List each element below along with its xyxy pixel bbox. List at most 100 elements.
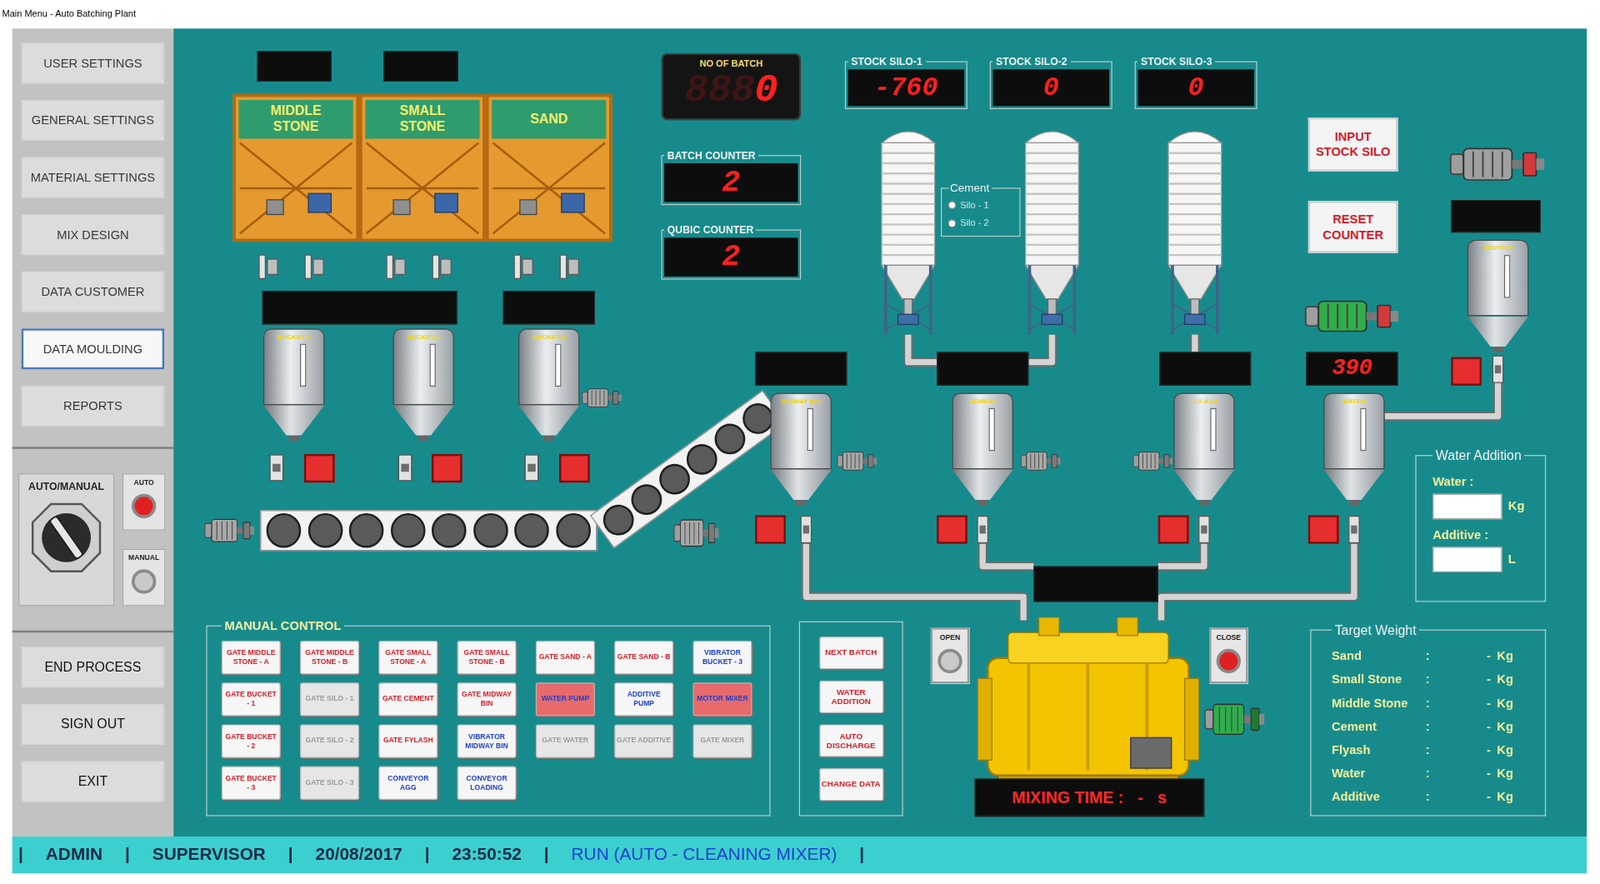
target-weight-row: Water:-Kg	[1331, 761, 1545, 785]
tank-label: FLY ASH	[1190, 394, 1218, 405]
manual-control-button[interactable]: GATE BUCKET - 1	[221, 682, 281, 716]
process-button[interactable]: NEXT BATCH	[819, 636, 884, 670]
bin-display	[936, 351, 1029, 385]
radio-option[interactable]: Silo - 2	[948, 216, 1014, 231]
mode-switch[interactable]: AUTO/MANUAL	[18, 473, 115, 606]
target-weight-panel: Target WeightSand:-KgSmall Stone:-KgMidd…	[1310, 620, 1546, 816]
sidebar-item[interactable]: MIX DESIGN	[21, 214, 165, 255]
sidebar: USER SETTINGS GENERAL SETTINGS MATERIAL SE…	[12, 28, 174, 837]
sidebar-item[interactable]: REPORTS	[21, 385, 165, 427]
manual-control-button[interactable]: VIBRATOR BUCKET - 3	[692, 640, 752, 675]
manual-control-button[interactable]: VIBRATOR MIDWAY BIN	[457, 724, 517, 758]
tank-label: BUCKET 3	[532, 330, 566, 340]
manual-control-button[interactable]: GATE SMALL STONE - A	[378, 640, 438, 675]
motor-icon	[673, 515, 720, 551]
target-weight-row: Middle Stone:-Kg	[1331, 691, 1545, 715]
sidebar-item[interactable]: DATA CUSTOMER	[21, 271, 165, 313]
sidebar-item[interactable]: USER SETTINGS	[21, 42, 165, 84]
addition-input[interactable]	[1432, 493, 1502, 520]
manual-control-button[interactable]: ADDITIVE PUMP	[614, 682, 674, 716]
manual-control-button[interactable]: GATE MIDWAY BIN	[457, 682, 517, 716]
app-window: Main Menu - Auto Batching PlantUSER SETT…	[0, 0, 1600, 884]
addition-input[interactable]	[1432, 546, 1502, 573]
gate-icon	[385, 253, 406, 281]
motor-icon	[1204, 699, 1265, 740]
manual-control-button[interactable]: CONVEYOR LOADING	[457, 766, 517, 800]
stock-silo-display: STOCK SILO-20	[990, 54, 1113, 110]
manual-control-button[interactable]: GATE SILO - 3	[300, 766, 360, 800]
manual-control-button[interactable]: GATE BUCKET - 2	[221, 724, 281, 758]
sidebar-action[interactable]: SIGN OUT	[21, 704, 165, 745]
input-stock-silo-button[interactable]: INPUT STOCK SILO	[1308, 117, 1399, 172]
manual-control-button[interactable]: MOTOR MIXER	[692, 682, 752, 716]
title-bar: Main Menu - Auto Batching Plant	[0, 0, 1600, 29]
manual-control-button[interactable]: GATE FYLASH	[378, 724, 438, 758]
gate-indicator	[936, 515, 968, 544]
tank-label: ADDITIVE	[1482, 240, 1514, 251]
aggregate-conveyor	[260, 510, 597, 551]
mode-lamp: AUTO	[122, 473, 165, 531]
tank: BUCKET 3	[518, 328, 580, 441]
valve-icon	[1196, 515, 1211, 544]
manual-control-button[interactable]: GATE CEMENT	[378, 682, 438, 716]
sidebar-item[interactable]: DATA MOULDING	[21, 328, 165, 370]
tank-label: WATER	[1342, 394, 1366, 405]
manual-control-button[interactable]: WATER PUMP	[535, 682, 595, 716]
bin-display: 390	[1305, 351, 1398, 385]
status-item: 23:50:52	[452, 842, 522, 869]
gate-indicator	[304, 454, 335, 483]
valve-icon	[395, 454, 415, 482]
sidebar-item[interactable]: MATERIAL SETTINGS	[21, 157, 165, 199]
gate-indicator	[755, 515, 786, 544]
gate-indicator	[431, 454, 463, 483]
tank: ADDITIVE	[1467, 240, 1529, 353]
manual-control-button[interactable]: GATE MIDDLE STONE - B	[300, 640, 360, 675]
hopper-frame-icon	[489, 139, 610, 240]
reset-counter-button[interactable]: RESET COUNTER	[1308, 200, 1399, 253]
manual-control-button[interactable]: GATE ADDITIVE	[614, 724, 674, 758]
sidebar-action[interactable]: EXIT	[21, 760, 165, 802]
silo-icon	[1023, 120, 1081, 337]
hopper-label: SAND	[530, 111, 568, 127]
manual-control-button[interactable]: GATE BUCKET - 3	[221, 766, 281, 800]
mixer-close-button[interactable]: CLOSE	[1209, 627, 1249, 684]
target-weight-row: Additive:-Kg	[1331, 785, 1545, 809]
bin-display	[1159, 351, 1251, 385]
silo-icon	[1166, 120, 1225, 337]
manual-control-button[interactable]: GATE SILO - 2	[300, 724, 360, 758]
tank: MIDWAY BIN	[770, 392, 831, 505]
stock-silo-display: STOCK SILO-30	[1135, 54, 1258, 110]
manual-control-button[interactable]: GATE SAND - B	[614, 640, 674, 675]
process-button[interactable]: AUTO DISCHARGE	[819, 724, 884, 757]
manual-control-button[interactable]: GATE MIDDLE STONE - A	[221, 640, 281, 675]
weight-display	[1450, 200, 1541, 233]
hopper-section: SMALL STONE	[359, 94, 486, 243]
qubic-counter: QUBIC COUNTER2	[660, 222, 801, 280]
plant-mimic: MIDDLE STONESMALL STONESANDBUCKET 1BUCKE…	[173, 28, 1587, 837]
process-button[interactable]: WATER ADDITION	[819, 680, 884, 714]
motor-icon	[581, 385, 623, 410]
hopper-label: SMALL STONE	[387, 104, 457, 135]
hopper-frame-icon	[235, 139, 356, 240]
mixer-open-button[interactable]: OPEN	[930, 627, 970, 684]
manual-control-button[interactable]: GATE SMALL STONE - B	[457, 640, 517, 675]
batch-counter: BATCH COUNTER2	[660, 148, 801, 206]
tank-label: MIDWAY BIN	[780, 394, 821, 405]
tank: CEMENT	[951, 392, 1013, 505]
process-button[interactable]: CHANGE DATA	[819, 768, 884, 801]
manual-control-panel: MANUAL CONTROLGATE MIDDLE STONE - AGATE …	[205, 616, 770, 817]
tank: FLY ASH	[1173, 392, 1235, 505]
manual-control-button[interactable]: GATE SAND - A	[535, 640, 595, 675]
manual-control-button[interactable]: GATE SILO - 1	[300, 682, 360, 716]
status-item: ADMIN	[45, 842, 103, 869]
manual-control-button[interactable]: GATE MIXER	[692, 724, 752, 758]
valve-icon	[522, 454, 541, 482]
motor-icon	[204, 515, 255, 546]
manual-control-button[interactable]: GATE WATER	[535, 724, 595, 758]
manual-control-button[interactable]: CONVEYOR AGG	[378, 766, 438, 800]
motor-icon	[1304, 295, 1400, 337]
sidebar-action[interactable]: END PROCESS	[21, 646, 165, 688]
sidebar-item[interactable]: GENERAL SETTINGS	[21, 100, 165, 141]
radio-option[interactable]: Silo - 1	[948, 198, 1014, 213]
hopper-frame-icon	[362, 139, 483, 240]
